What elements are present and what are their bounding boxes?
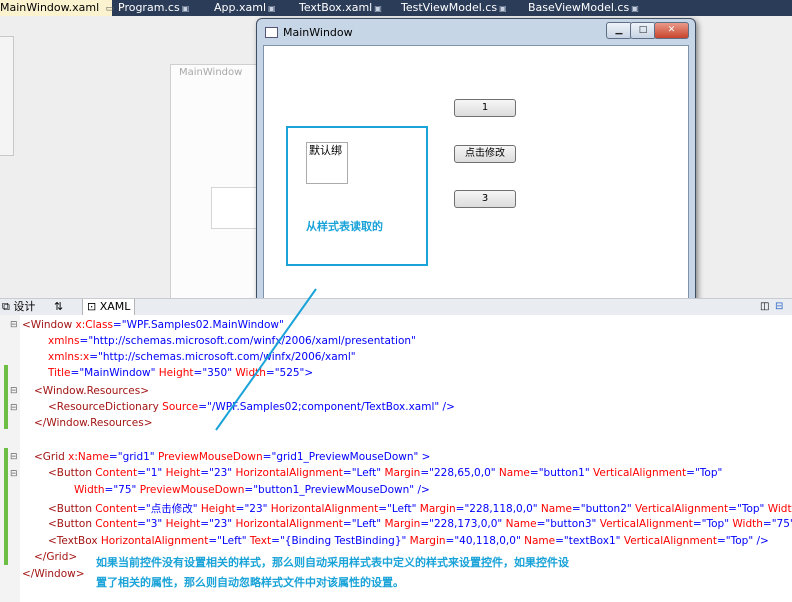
callout-connector-line [215,288,317,431]
callout-connector [215,288,317,431]
